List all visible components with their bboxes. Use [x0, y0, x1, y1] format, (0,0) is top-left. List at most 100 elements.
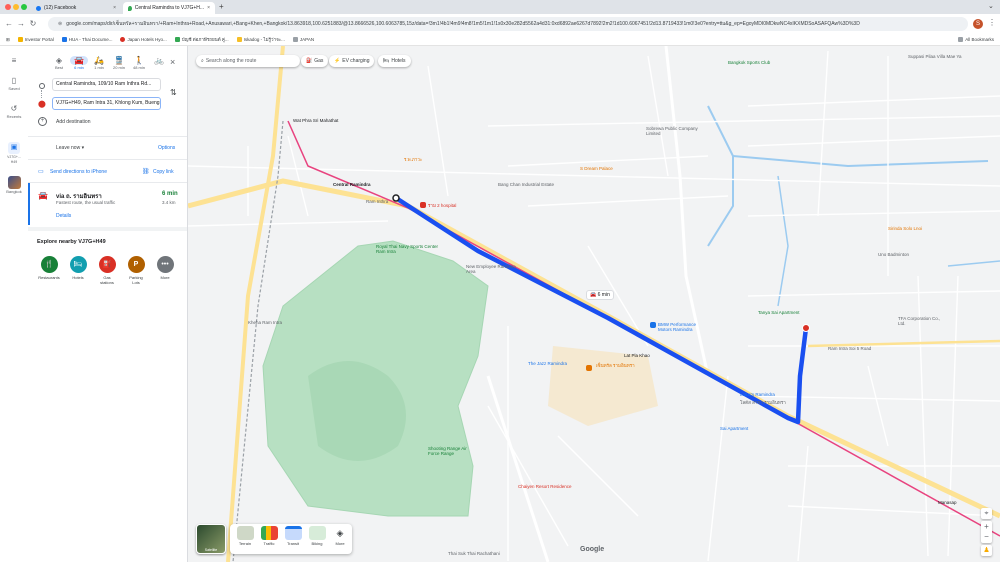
add-destination-link[interactable]: Add destination: [56, 119, 90, 125]
maximize-window-button[interactable]: [21, 4, 27, 10]
map-label-uno-badminton[interactable]: Uno Badminton: [878, 252, 909, 257]
send-to-phone-icon[interactable]: ▭: [38, 168, 44, 175]
satellite-toggle[interactable]: Satellite: [196, 524, 226, 554]
bookmark-item[interactable]: บัญชี ต่อภาษีรถยนต์ คู่...: [174, 36, 229, 43]
back-icon[interactable]: ←: [4, 19, 14, 29]
send-directions-button[interactable]: Send directions to iPhone: [50, 169, 107, 175]
minimize-window-button[interactable]: [13, 4, 19, 10]
explore-restaurants[interactable]: 🍴 Restaurants: [38, 256, 60, 280]
map-label-sports-club[interactable]: Bangkok Sports Club: [728, 60, 770, 65]
map-label-s-dream[interactable]: S Dream Palace: [580, 166, 613, 171]
chip-gas[interactable]: ⛽ Gas: [301, 55, 329, 67]
new-tab-button[interactable]: +: [219, 2, 224, 11]
mode-driving[interactable]: 🚘 6 min: [70, 56, 88, 70]
bookmark-item[interactable]: Investor Portal: [17, 37, 54, 42]
rail-saved[interactable]: ▯ Saved: [0, 76, 28, 91]
explore-hotels[interactable]: 🛏 Hotels: [67, 256, 89, 280]
destination-input[interactable]: VJ7G+H49, Ram Intra 31, Khlong Kum, Buen…: [52, 97, 161, 110]
map-label-central-ramindra[interactable]: Central Ramindra: [333, 182, 371, 187]
profile-avatar[interactable]: S: [973, 19, 983, 29]
route-note: Fastest route, the usual traffic: [56, 200, 116, 205]
options-button[interactable]: Options: [158, 145, 175, 151]
route-time: 6 min: [162, 191, 178, 197]
bookmark-item[interactable]: HUA - Thai Docume...: [61, 37, 112, 42]
address-bar[interactable]: ⊜ google.com/maps/dir/เซ็นทรัล+รามอินทรา…: [48, 17, 968, 31]
main-road-south: [486, 375, 550, 562]
layer-biking[interactable]: Biking: [306, 526, 328, 550]
menu-icon[interactable]: ≡: [0, 56, 28, 66]
swap-icon[interactable]: ⇅: [170, 88, 177, 97]
divider: [28, 227, 187, 231]
mode-transit[interactable]: 🚆 20 min: [110, 56, 128, 70]
map-label-shooting-range[interactable]: Shooting Range Air Force Range: [428, 446, 478, 456]
route-dots-icon: [41, 90, 43, 98]
tab-search-icon[interactable]: ⌄: [988, 2, 994, 10]
map-svg[interactable]: [188, 46, 1000, 562]
map-label-the-jazz[interactable]: The Jazz Ramindra: [528, 361, 567, 366]
bookmark-folder[interactable]: JAPAN: [292, 37, 314, 42]
site-info-icon[interactable]: ⊜: [58, 21, 62, 27]
car-dealer-pin-icon[interactable]: [650, 322, 656, 328]
close-tab-icon[interactable]: ×: [207, 5, 210, 11]
route-details-link[interactable]: Details: [56, 213, 71, 219]
bookmark-item[interactable]: Japan Hotels Hyo...: [120, 37, 167, 42]
leave-now-dropdown[interactable]: Leave now ▾: [56, 145, 84, 151]
layer-traffic[interactable]: Traffic: [258, 526, 280, 550]
close-directions-icon[interactable]: ×: [170, 57, 175, 67]
tab-facebook[interactable]: (12) Facebook ×: [31, 2, 121, 14]
explore-parking[interactable]: P Parking Lots: [125, 256, 147, 285]
map-label-royal-sports[interactable]: Royal Thai Navy Sports Center Ram Intra: [376, 244, 446, 254]
rail-recent-bangkok[interactable]: Bangkok: [0, 176, 28, 194]
explore-gas-stations[interactable]: ⛽ Gas stations: [96, 256, 118, 285]
map-label-hospital[interactable]: ราม 2 hospital: [428, 202, 456, 209]
route-duration-badge[interactable]: 🚘 6 min: [586, 290, 614, 300]
map-label-bmw[interactable]: BMW Performance Motors Ramindra: [658, 322, 710, 332]
rail-recents[interactable]: ↺ Recents: [0, 104, 28, 119]
map-label-tanya[interactable]: Tanya Sai Apartment: [758, 310, 800, 315]
layer-transit[interactable]: Transit: [282, 526, 304, 550]
browser-menu-icon[interactable]: ⋮: [988, 18, 996, 27]
transit-icon: 🚆: [114, 56, 124, 65]
map-label-chaiyen[interactable]: Chaiyen Resort Residence: [518, 484, 572, 489]
reload-icon[interactable]: ↻: [28, 19, 38, 29]
map-label-hospital-thai[interactable]: ร.พ.ภาวะ: [404, 156, 422, 163]
close-tab-icon[interactable]: ×: [113, 5, 116, 11]
rail-recent-place[interactable]: ▣ VJ7G+... H49: [0, 142, 28, 164]
origin-input[interactable]: Central Ramindra, 109/10 Ram Inthra Rd..…: [52, 78, 161, 91]
map-label-lotus-ramindra[interactable]: Lotus's Ramindra: [740, 392, 775, 397]
walk-icon: 🚶: [134, 56, 144, 65]
bookmarks-bar: ⊞ Investor Portal HUA - Thai Docume... J…: [0, 34, 1000, 46]
mode-cycling[interactable]: 🚲: [150, 56, 168, 65]
my-location-button[interactable]: ⌖: [981, 508, 992, 519]
bookmark-item[interactable]: Iskadog - ไม่รู้ว่าจะ...: [236, 36, 285, 43]
close-window-button[interactable]: [5, 4, 11, 10]
zoom-out-button[interactable]: −: [981, 532, 992, 543]
link-icon[interactable]: ⛓: [142, 168, 150, 175]
mode-walking[interactable]: 🚶 48 min: [130, 56, 148, 70]
map-label-sirinda[interactable]: Sirinda Solo Lnoi: [888, 226, 922, 231]
map-label-wat-phra[interactable]: Wat Phra Sri Mahathat: [293, 118, 338, 123]
all-bookmarks[interactable]: All Bookmarks: [958, 37, 994, 42]
mode-best[interactable]: ◈ Best: [50, 56, 68, 70]
hospital-pin-icon[interactable]: [420, 202, 426, 208]
route-search-box[interactable]: ⌕ Search along the route: [196, 55, 300, 67]
forward-icon[interactable]: →: [16, 19, 26, 29]
chip-hotels[interactable]: 🛏 Hotels: [378, 55, 411, 67]
tab-google-maps[interactable]: Central Ramindra to VJ7G+H... ×: [123, 2, 215, 14]
layer-terrain[interactable]: Terrain: [234, 526, 256, 550]
layer-more[interactable]: ◈ More: [329, 526, 351, 550]
pegman-icon[interactable]: ♟: [981, 545, 992, 556]
copy-link-button[interactable]: Copy link: [153, 169, 174, 175]
chip-ev-charging[interactable]: ⚡ EV charging: [329, 55, 375, 67]
zoom-in-button[interactable]: +: [981, 521, 992, 532]
add-destination-icon[interactable]: +: [38, 117, 47, 126]
explore-more[interactable]: ••• More: [154, 256, 176, 280]
map-label-central-thai[interactable]: เซ็นทรัล รามอินทรา: [596, 362, 635, 369]
map-label-sai-apartment[interactable]: Sai Apartment: [720, 426, 748, 431]
route-card[interactable]: 🚘 via ถ. รามอินทรา 6 min Fastest route, …: [28, 183, 187, 225]
map-canvas[interactable]: ⌕ Search along the route ⛽ Gas ⚡ EV chargi…: [188, 46, 1000, 562]
history-icon: ↺: [10, 104, 18, 113]
apps-icon[interactable]: ⊞: [6, 37, 10, 43]
mall-pin-icon[interactable]: [586, 365, 592, 371]
mode-motorcycle[interactable]: 🛵 1 min: [90, 56, 108, 70]
